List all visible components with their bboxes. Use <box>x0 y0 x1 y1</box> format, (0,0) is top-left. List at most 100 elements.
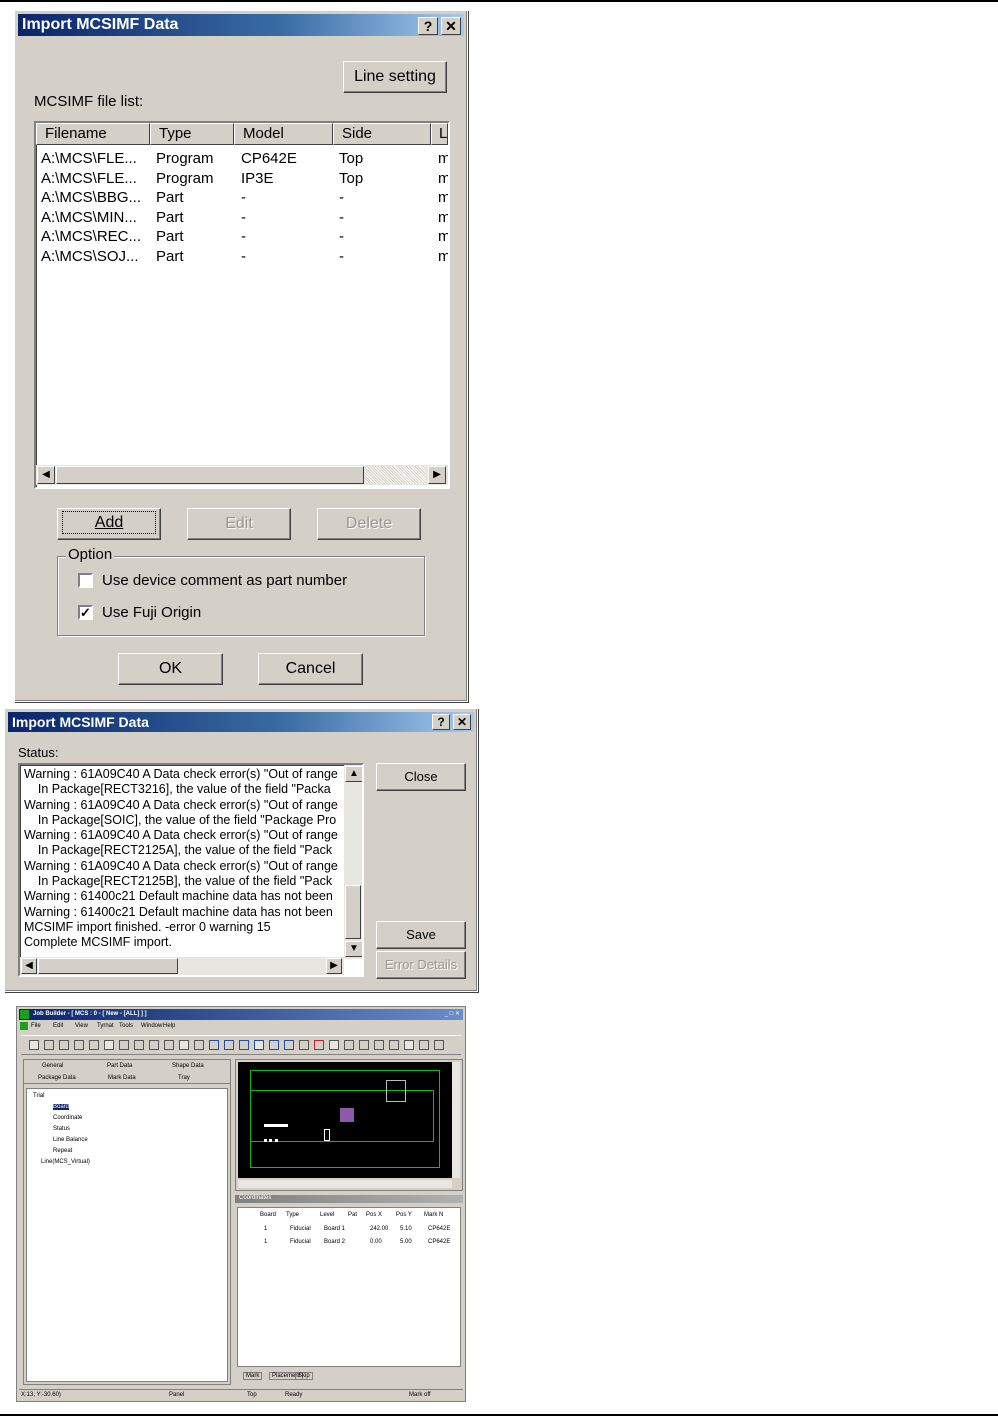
jb-tool-icon[interactable] <box>179 1040 189 1050</box>
scroll-thumb[interactable] <box>56 466 364 484</box>
col-filename[interactable]: Filename <box>36 123 150 145</box>
col-l[interactable]: L <box>431 123 448 145</box>
jb-table-header[interactable]: Level <box>320 1212 334 1218</box>
status-help-button[interactable]: ? <box>432 714 450 730</box>
file-list[interactable]: Filename Type Model Side L A:\MCS\FLE...… <box>34 121 450 489</box>
status-hscroll-thumb[interactable] <box>38 958 178 974</box>
delete-button[interactable]: Delete <box>317 508 421 540</box>
jb-tool-icon[interactable] <box>254 1040 264 1050</box>
jb-menu-item[interactable]: Tools <box>119 1023 133 1029</box>
status-vscroll[interactable]: ▲ ▼ <box>344 765 362 959</box>
file-list-row[interactable]: A:\MCS\REC... Part - - m <box>36 228 448 247</box>
jb-tool-icon[interactable] <box>44 1040 54 1050</box>
jb-bottom-tab[interactable]: Skip <box>295 1372 313 1380</box>
jb-tool-icon[interactable] <box>134 1040 144 1050</box>
jb-tool-icon[interactable] <box>359 1040 369 1050</box>
jb-tool-icon[interactable] <box>269 1040 279 1050</box>
close-button[interactable]: ✕ <box>441 17 461 35</box>
file-list-row[interactable]: A:\MCS\FLE... Program CP642E Top m <box>36 150 448 169</box>
jb-tree-item[interactable]: Line(MCS_Virtual) <box>41 1159 90 1165</box>
jb-coord-table[interactable]: Board Type Level Pat Pos X Pos Y Mark N 1 Fiduci… <box>237 1207 461 1367</box>
status-close-button[interactable]: Close <box>376 763 466 791</box>
scroll-down-icon[interactable]: ▼ <box>345 941 362 957</box>
jb-tool-icon[interactable] <box>89 1040 99 1050</box>
status-hscroll[interactable]: ◀ ▶ <box>20 957 344 975</box>
jb-board-canvas[interactable] <box>238 1062 452 1178</box>
jb-tab[interactable]: Part Data <box>107 1063 132 1069</box>
jb-tool-icon[interactable] <box>389 1040 399 1050</box>
status-scroll-right-icon[interactable]: ▶ <box>326 958 342 974</box>
jb-menu-item[interactable]: Tyrnat <box>97 1023 114 1029</box>
edit-button[interactable]: Edit <box>187 508 291 540</box>
horizontal-scrollbar[interactable]: ◀ ▶ <box>36 465 448 485</box>
jb-tree-item[interactable]: Status <box>53 1126 70 1132</box>
jb-canvas-vscroll[interactable] <box>452 1062 460 1178</box>
jb-tool-icon[interactable] <box>434 1040 444 1050</box>
jb-menu-item[interactable]: Edit <box>53 1023 63 1029</box>
jb-tool-icon[interactable] <box>224 1040 234 1050</box>
jb-tool-icon[interactable] <box>314 1040 324 1050</box>
error-details-button[interactable]: Error Details <box>376 951 466 979</box>
jb-bottom-tab[interactable]: Mark <box>243 1372 263 1380</box>
jb-canvas-hscroll[interactable] <box>238 1180 452 1188</box>
jb-tool-icon[interactable] <box>344 1040 354 1050</box>
add-button[interactable]: Add <box>57 508 161 540</box>
jb-tool-icon[interactable] <box>329 1040 339 1050</box>
status-close-x-button[interactable]: ✕ <box>453 714 471 730</box>
status-log[interactable]: Warning : 61A09C40 A Data check error(s)… <box>18 763 364 977</box>
jb-tool-icon[interactable] <box>59 1040 69 1050</box>
use-fuji-origin-checkbox[interactable]: ✓ <box>78 605 93 620</box>
jb-table-header[interactable]: Pat <box>348 1212 357 1218</box>
ok-button[interactable]: OK <box>118 653 223 685</box>
jb-table-header[interactable]: Board <box>260 1212 276 1218</box>
jb-tab[interactable]: Mark Data <box>108 1075 136 1081</box>
jb-tab[interactable]: General <box>42 1063 63 1069</box>
jb-tool-icon[interactable] <box>404 1040 414 1050</box>
jb-table-header[interactable]: Type <box>286 1212 299 1218</box>
jb-table-header[interactable]: Pos Y <box>396 1212 412 1218</box>
jb-table-header[interactable]: Mark N <box>424 1212 443 1218</box>
status-scroll-left-icon[interactable]: ◀ <box>21 958 37 974</box>
file-list-row[interactable]: A:\MCS\MIN... Part - - m <box>36 209 448 228</box>
jb-tree-item[interactable]: Repeat <box>53 1148 72 1154</box>
jb-tool-icon[interactable] <box>284 1040 294 1050</box>
jb-tool-icon[interactable] <box>239 1040 249 1050</box>
jb-window-controls-icon[interactable]: _ □ ✕ <box>445 1010 460 1017</box>
scroll-right-icon[interactable]: ▶ <box>428 466 446 484</box>
jb-tool-icon[interactable] <box>74 1040 84 1050</box>
jb-tree[interactable]: Trial Board Coordinate Status Line Balance Re… <box>26 1088 228 1382</box>
cancel-button[interactable]: Cancel <box>258 653 363 685</box>
line-setting-button[interactable]: Line setting <box>343 61 447 93</box>
file-list-row[interactable]: A:\MCS\BBG... Part - - m <box>36 189 448 208</box>
help-button[interactable]: ? <box>418 17 438 35</box>
jb-tab[interactable]: Shape Data <box>172 1063 204 1069</box>
jb-menu-item[interactable]: Help <box>163 1023 175 1029</box>
jb-menu-item[interactable]: View <box>75 1023 88 1029</box>
scroll-track[interactable] <box>364 466 426 484</box>
jb-table-header[interactable]: Pos X <box>366 1212 382 1218</box>
jb-tree-item[interactable]: Coordinate <box>53 1115 82 1121</box>
save-button[interactable]: Save <box>376 921 466 949</box>
jb-tool-icon[interactable] <box>374 1040 384 1050</box>
file-list-row[interactable]: A:\MCS\SOJ... Part - - m <box>36 248 448 267</box>
jb-tool-icon[interactable] <box>104 1040 114 1050</box>
jb-tool-icon[interactable] <box>209 1040 219 1050</box>
jb-tab[interactable]: Tray <box>178 1075 190 1081</box>
jb-tool-icon[interactable] <box>149 1040 159 1050</box>
col-type[interactable]: Type <box>150 123 234 145</box>
scroll-left-icon[interactable]: ◀ <box>37 466 55 484</box>
scroll-up-icon[interactable]: ▲ <box>345 766 362 782</box>
jb-menu-item[interactable]: File <box>31 1023 41 1029</box>
jb-tree-item[interactable]: Trial <box>33 1093 44 1099</box>
jb-menu-item[interactable]: Window <box>141 1023 162 1029</box>
jb-tab[interactable]: Package Data <box>38 1075 76 1081</box>
jb-tree-item[interactable]: Line Balance <box>53 1137 88 1143</box>
status-vscroll-thumb[interactable] <box>345 885 361 939</box>
col-model[interactable]: Model <box>234 123 333 145</box>
jb-tool-icon[interactable] <box>29 1040 39 1050</box>
jb-tool-icon[interactable] <box>194 1040 204 1050</box>
jb-tool-icon[interactable] <box>119 1040 129 1050</box>
col-side[interactable]: Side <box>333 123 431 145</box>
jb-tool-icon[interactable] <box>299 1040 309 1050</box>
use-device-comment-checkbox[interactable] <box>78 573 93 588</box>
